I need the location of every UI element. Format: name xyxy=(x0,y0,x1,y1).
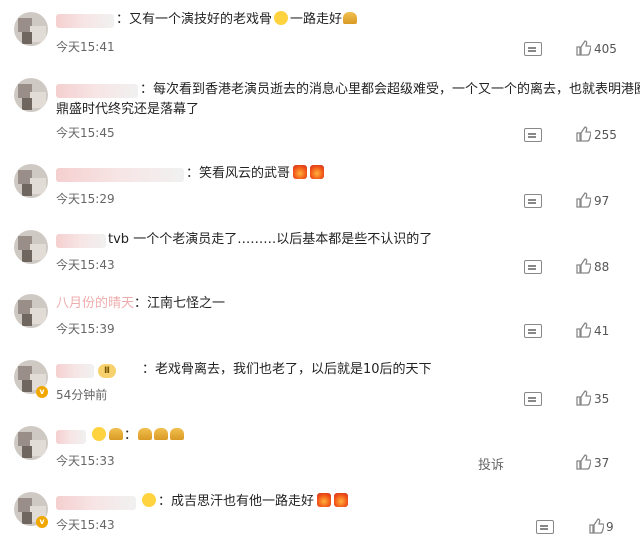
avatar[interactable] xyxy=(14,426,48,460)
avatar[interactable] xyxy=(14,230,48,264)
comment-text: ：每次看到香港老演员逝去的消息心里都会超级难受，一个又一个的离去，也就表明港圈 xyxy=(140,82,640,97)
comment-item: ： 今天15:33 投诉 37 xyxy=(0,414,640,482)
like-count: 255 xyxy=(594,128,617,142)
username-blurred[interactable] xyxy=(56,430,86,444)
timestamp: 今天15:43 xyxy=(56,258,115,272)
username-blurred[interactable] xyxy=(56,14,114,28)
comment-item: tvb 一个个老演员走了………以后基本都是些不认识的了 今天15:43 88 xyxy=(0,218,640,282)
avatar[interactable] xyxy=(14,78,48,112)
username-blurred[interactable] xyxy=(56,168,184,182)
comment-text: tvb 一个个老演员走了………以后基本都是些不认识的了 xyxy=(108,232,433,247)
level-badge: Ⅱ xyxy=(98,364,116,378)
timestamp: 今天15:45 xyxy=(56,126,115,140)
reply-icon[interactable] xyxy=(524,324,542,338)
comment-item: 八月份的晴天 ：江南七怪之一 今天15:39 41 xyxy=(0,282,640,348)
like-icon[interactable] xyxy=(575,258,591,274)
timestamp: 今天15:41 xyxy=(56,40,115,54)
avatar[interactable] xyxy=(14,12,48,46)
comment-item: ：又有一个演技好的老戏骨 一路走好 今天15:41 405 xyxy=(0,0,640,62)
username-blurred[interactable] xyxy=(56,234,106,248)
comment-item: v ：成吉思汗也有他一路走好 今天15:43 9 xyxy=(0,482,640,550)
comment-item: v Ⅱ ：老戏骨离去，我们也老了，以后就是10后的天下 54分钟前 35 xyxy=(0,348,640,414)
firecracker-emoji-icon xyxy=(293,165,308,179)
like-count: 37 xyxy=(594,456,610,470)
like-count: 9 xyxy=(606,520,614,534)
verified-icon: v xyxy=(36,516,48,528)
comment-item: ：每次看到香港老演员逝去的消息心里都会超级难受，一个又一个的离去，也就表明港圈 … xyxy=(0,62,640,154)
comment-text: ：老戏骨离去，我们也老了，以后就是10后的天下 xyxy=(142,362,432,377)
comment-text: ：江南七怪之一 xyxy=(134,296,226,311)
timestamp: 今天15:33 xyxy=(56,454,115,468)
firecracker-emoji-icon xyxy=(310,165,325,179)
emoji-icon xyxy=(142,493,156,507)
like-icon[interactable] xyxy=(575,40,591,56)
timestamp: 今天15:39 xyxy=(56,322,115,336)
pray-emoji-icon xyxy=(109,428,123,440)
reply-icon[interactable] xyxy=(524,42,542,56)
like-count: 88 xyxy=(594,260,610,274)
reply-icon[interactable] xyxy=(524,194,542,208)
comment-text-line2: 鼎盛时代终究还是落幕了 xyxy=(56,102,200,117)
pray-emoji-icon xyxy=(170,428,185,440)
like-count: 35 xyxy=(594,392,610,406)
pray-emoji-icon xyxy=(138,428,153,440)
username-blurred[interactable] xyxy=(56,84,138,98)
username[interactable]: 八月份的晴天 xyxy=(56,294,134,314)
timestamp: 今天15:43 xyxy=(56,518,115,532)
like-icon[interactable] xyxy=(575,126,591,142)
comment-text: ： xyxy=(90,426,185,446)
like-icon[interactable] xyxy=(575,390,591,406)
reply-icon[interactable] xyxy=(524,392,542,406)
username-blurred[interactable] xyxy=(56,496,136,510)
emoji-icon xyxy=(274,11,289,25)
pray-emoji-icon xyxy=(154,428,169,440)
like-icon[interactable] xyxy=(575,454,591,470)
report-button[interactable]: 投诉 xyxy=(478,454,504,473)
like-icon[interactable] xyxy=(588,518,604,534)
comment-item: ：笑看风云的武哥 今天15:29 97 xyxy=(0,154,640,218)
like-count: 405 xyxy=(594,42,617,56)
reply-icon[interactable] xyxy=(536,520,554,534)
like-count: 97 xyxy=(594,194,610,208)
avatar[interactable] xyxy=(14,294,48,328)
like-count: 41 xyxy=(594,324,610,338)
username-blurred[interactable] xyxy=(56,364,94,378)
reply-icon[interactable] xyxy=(524,260,542,274)
comment-text: ：又有一个演技好的老戏骨 一路走好 xyxy=(116,10,358,30)
reply-icon[interactable] xyxy=(524,128,542,142)
like-icon[interactable] xyxy=(575,322,591,338)
avatar[interactable] xyxy=(14,164,48,198)
like-icon[interactable] xyxy=(575,192,591,208)
firecracker-emoji-icon xyxy=(334,493,349,507)
timestamp: 今天15:29 xyxy=(56,192,115,206)
emoji-icon xyxy=(92,427,106,441)
comment-text: ：笑看风云的武哥 xyxy=(186,164,325,184)
verified-icon: v xyxy=(36,386,48,398)
comment-text: ：成吉思汗也有他一路走好 xyxy=(140,492,349,512)
pray-emoji-icon xyxy=(343,12,358,24)
firecracker-emoji-icon xyxy=(317,493,332,507)
timestamp: 54分钟前 xyxy=(56,388,108,402)
